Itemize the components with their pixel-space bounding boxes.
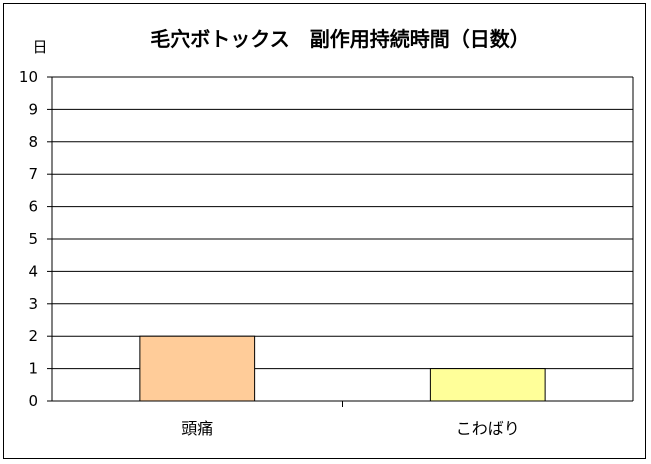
bar bbox=[429, 368, 546, 402]
y-tick-label: 1 bbox=[28, 360, 38, 378]
y-tick-label: 6 bbox=[28, 198, 38, 216]
y-axis-unit-label: 日 bbox=[32, 38, 47, 56]
bar bbox=[139, 335, 256, 402]
y-tick-label: 3 bbox=[28, 295, 38, 313]
x-category-labels: 頭痛 こわばり bbox=[181, 419, 520, 438]
y-tick-label: 8 bbox=[28, 133, 38, 151]
y-tick-label: 5 bbox=[28, 230, 38, 248]
y-tick-label: 0 bbox=[28, 392, 38, 410]
chart-title: 毛穴ボトックス 副作用持続時間（日数） bbox=[150, 27, 529, 51]
y-tick-label: 7 bbox=[28, 165, 38, 183]
y-tick-label: 9 bbox=[28, 100, 38, 118]
bar-chart: 毛穴ボトックス 副作用持続時間（日数） 日 0 1 2 3 4 5 6 7 8 9 10 頭痛 こわば… bbox=[19, 27, 634, 438]
x-category-label: こわばり bbox=[456, 419, 520, 438]
y-tick-label: 10 bbox=[19, 68, 38, 86]
y-tick-labels: 0 1 2 3 4 5 6 7 8 9 10 bbox=[19, 68, 38, 410]
axes bbox=[47, 76, 634, 407]
x-category-label: 頭痛 bbox=[181, 419, 213, 438]
y-tick-label: 2 bbox=[28, 327, 38, 345]
gridlines bbox=[52, 76, 633, 370]
y-tick-label: 4 bbox=[28, 262, 38, 280]
